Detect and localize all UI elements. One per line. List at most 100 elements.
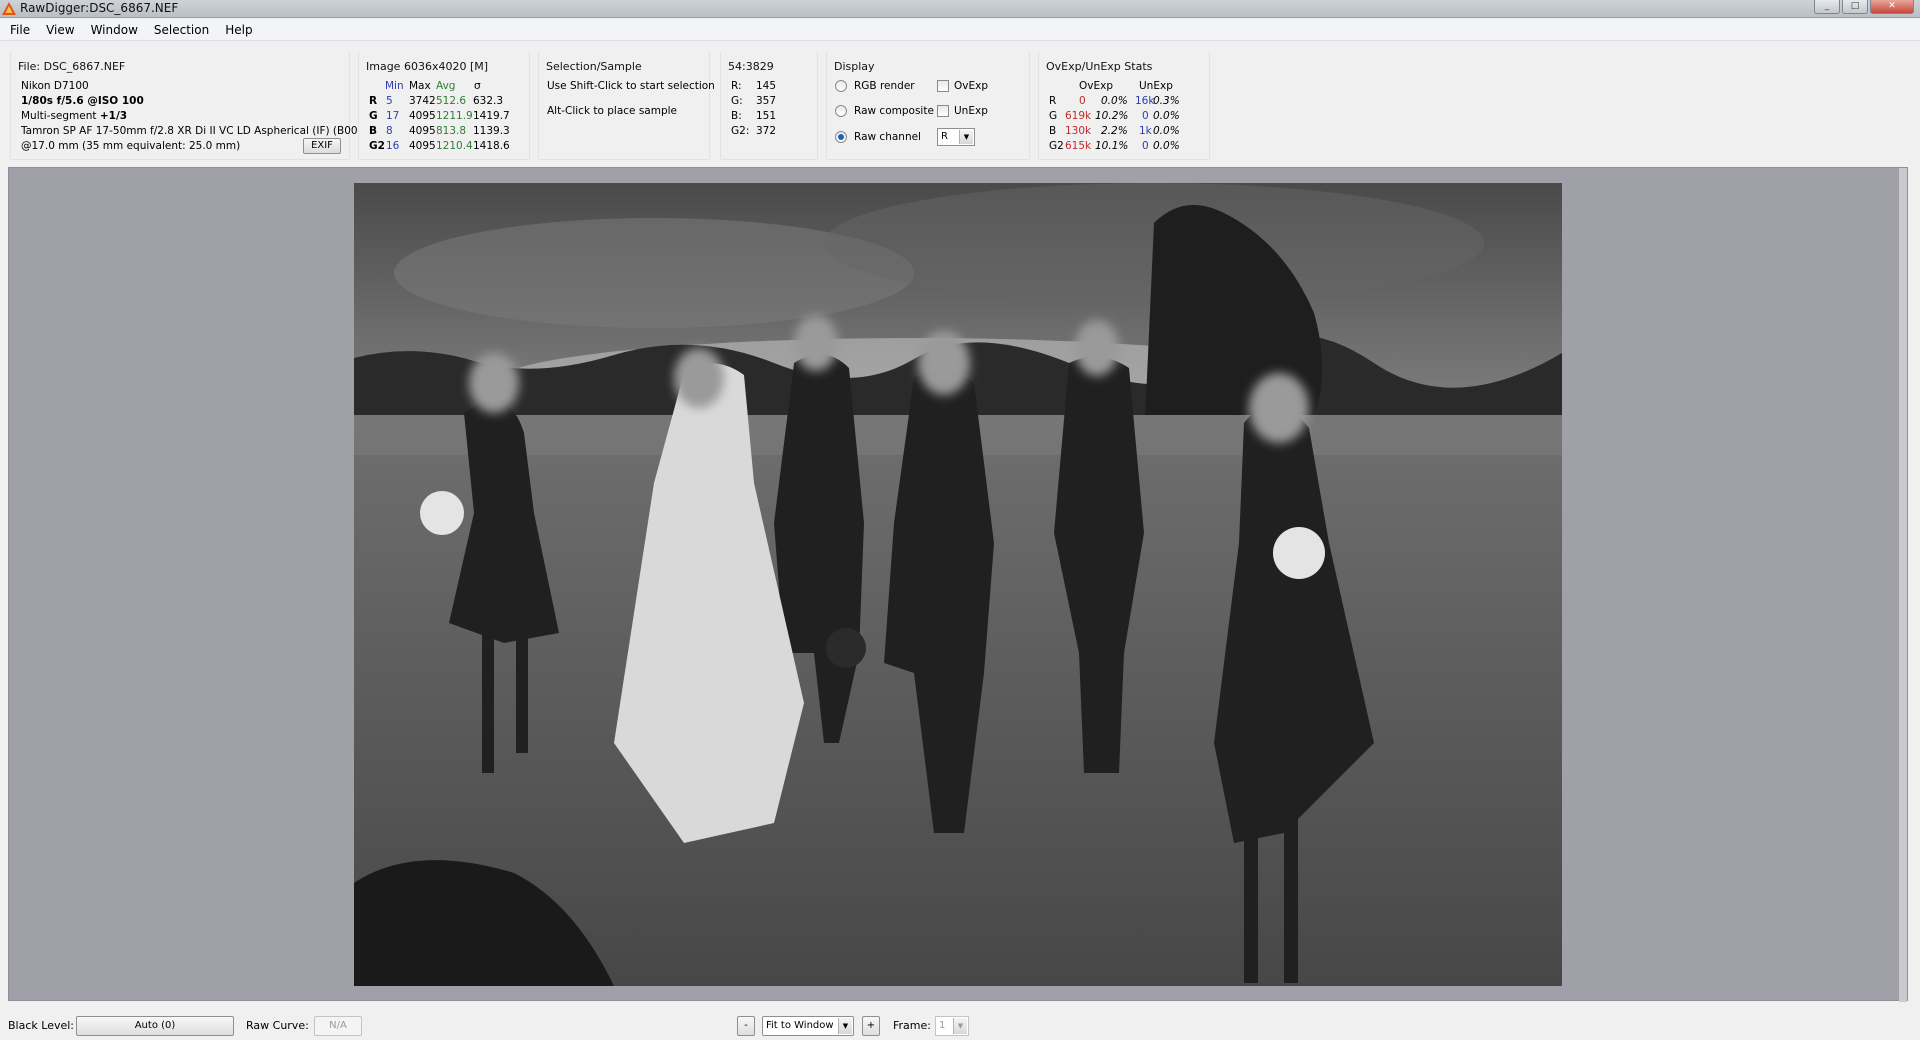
stats-title: OvExp/UnExp Stats bbox=[1046, 60, 1153, 73]
raw-channel-radio[interactable] bbox=[835, 131, 847, 143]
display-panel: Display RGB render Raw composite Raw cha… bbox=[826, 52, 1030, 160]
stats-g2-un-pct: 0.0% bbox=[1153, 140, 1180, 152]
chevron-down-icon: ▼ bbox=[953, 1018, 967, 1034]
sample-values-panel: 54:3829 R: 145 G: 357 B: 151 G2: 372 bbox=[720, 52, 818, 160]
row-g2-max: 4095 bbox=[409, 140, 436, 152]
info-panels: File: DSC_6867.NEF Nikon D7100 1/80s f/5… bbox=[0, 42, 1920, 164]
unexp-label: UnExp bbox=[954, 105, 988, 117]
selection-hint-alt: Alt-Click to place sample bbox=[547, 105, 678, 117]
stats-g-channel: G bbox=[1049, 110, 1058, 122]
stats-r-un-count: 16k bbox=[1135, 95, 1155, 107]
sample-r-label: R: bbox=[731, 80, 742, 92]
row-b-channel: B bbox=[369, 125, 378, 137]
stats-g2-ov-count: 615k bbox=[1065, 140, 1092, 152]
row-b-sigma: 1139.3 bbox=[473, 125, 510, 137]
sample-g-value: 357 bbox=[756, 95, 777, 107]
stats-g-ov-pct: 10.2% bbox=[1095, 110, 1129, 122]
image-stats-panel: Image 6036x4020 [M] Min Max Avg σ R 5 37… bbox=[358, 52, 530, 160]
image-size-title: Image 6036x4020 [M] bbox=[366, 60, 489, 73]
rawdigger-logo-icon bbox=[2, 2, 16, 15]
row-b-min: 8 bbox=[386, 125, 393, 137]
image-viewer[interactable] bbox=[8, 167, 1908, 1002]
col-avg-header: Avg bbox=[436, 80, 456, 92]
exposure-stats-panel: OvExp/UnExp Stats OvExp UnExp R 0 0.0% 1… bbox=[1038, 52, 1210, 160]
stats-g-un-pct: 0.0% bbox=[1153, 110, 1180, 122]
black-level-label: Black Level: bbox=[8, 1019, 74, 1032]
chevron-down-icon: ▼ bbox=[959, 130, 973, 144]
sample-g-label: G: bbox=[731, 95, 743, 107]
sample-r-value: 145 bbox=[756, 80, 777, 92]
camera-model: Nikon D7100 bbox=[21, 80, 89, 92]
black-level-button[interactable]: Auto (0) bbox=[76, 1016, 234, 1036]
vertical-scrollbar[interactable] bbox=[1899, 168, 1907, 1002]
row-g-avg: 1211.9 bbox=[436, 110, 473, 122]
minimize-button[interactable]: _ bbox=[1814, 0, 1840, 14]
row-g2-avg: 1210.4 bbox=[436, 140, 473, 152]
stats-r-ov-count: 0 bbox=[1079, 95, 1086, 107]
stats-g-un-count: 0 bbox=[1142, 110, 1149, 122]
stats-g2-un-count: 0 bbox=[1142, 140, 1149, 152]
exif-button[interactable]: EXIF bbox=[303, 138, 341, 154]
zoom-select[interactable]: Fit to Window ▼ bbox=[762, 1016, 854, 1036]
row-g-max: 4095 bbox=[409, 110, 436, 122]
col-max-header: Max bbox=[409, 80, 431, 92]
menu-window[interactable]: Window bbox=[85, 19, 144, 41]
maximize-button[interactable]: □ bbox=[1842, 0, 1868, 14]
raw-composite-radio[interactable] bbox=[835, 105, 847, 117]
stats-r-ov-pct: 0.0% bbox=[1101, 95, 1128, 107]
stats-b-ov-count: 130k bbox=[1065, 125, 1092, 137]
sample-g2-value: 372 bbox=[756, 125, 777, 137]
col-sigma-header: σ bbox=[474, 80, 481, 92]
display-title: Display bbox=[834, 60, 875, 73]
raw-photo-preview[interactable] bbox=[354, 183, 1562, 986]
stats-g-ov-count: 619k bbox=[1065, 110, 1092, 122]
ovexp-col-header: OvExp bbox=[1079, 80, 1113, 92]
wedding-party-photo bbox=[354, 183, 1562, 986]
stats-b-channel: B bbox=[1049, 125, 1057, 137]
row-r-avg: 512.6 bbox=[436, 95, 467, 107]
row-b-max: 4095 bbox=[409, 125, 436, 137]
row-g2-channel: G2 bbox=[369, 140, 385, 152]
ovexp-checkbox[interactable] bbox=[937, 80, 949, 92]
exposure-info: 1/80s f/5.6 @ISO 100 bbox=[21, 95, 144, 107]
row-r-channel: R bbox=[369, 95, 378, 107]
frame-select[interactable]: 1 ▼ bbox=[935, 1016, 969, 1036]
menu-selection[interactable]: Selection bbox=[148, 19, 215, 41]
menu-file[interactable]: File bbox=[4, 19, 36, 41]
file-panel: File: DSC_6867.NEF Nikon D7100 1/80s f/5… bbox=[10, 52, 368, 160]
selection-panel: Selection/Sample Use Shift-Click to star… bbox=[538, 52, 715, 160]
zoom-out-button[interactable]: - bbox=[737, 1016, 755, 1036]
bottom-toolbar: Black Level: Auto (0) Raw Curve: N/A - F… bbox=[0, 1008, 1920, 1040]
raw-curve-button[interactable]: N/A bbox=[314, 1016, 362, 1036]
unexp-checkbox[interactable] bbox=[937, 105, 949, 117]
rgb-render-radio[interactable] bbox=[835, 80, 847, 92]
row-g-min: 17 bbox=[386, 110, 400, 122]
title-bar: RawDigger:DSC_6867.NEF _ □ ✕ bbox=[0, 0, 1920, 18]
window-title: RawDigger:DSC_6867.NEF bbox=[20, 1, 179, 15]
ovexp-label: OvExp bbox=[954, 80, 988, 92]
zoom-in-button[interactable]: + bbox=[862, 1016, 880, 1036]
row-g-channel: G bbox=[369, 110, 378, 122]
stats-b-ov-pct: 2.2% bbox=[1101, 125, 1128, 137]
stats-g2-channel: G2 bbox=[1049, 140, 1064, 152]
cursor-coordinates: 54:3829 bbox=[728, 60, 774, 73]
close-button[interactable]: ✕ bbox=[1870, 0, 1914, 14]
unexp-col-header: UnExp bbox=[1139, 80, 1173, 92]
focal-length-info: @17.0 mm (35 mm equivalent: 25.0 mm) bbox=[21, 140, 241, 152]
sample-g2-label: G2: bbox=[731, 125, 750, 137]
raw-channel-select[interactable]: R ▼ bbox=[937, 128, 975, 146]
row-b-avg: 813.8 bbox=[436, 125, 467, 137]
raw-curve-label: Raw Curve: bbox=[246, 1019, 309, 1032]
menu-view[interactable]: View bbox=[40, 19, 80, 41]
row-r-min: 5 bbox=[386, 95, 393, 107]
menu-bar: File View Window Selection Help bbox=[0, 19, 1920, 41]
stats-r-channel: R bbox=[1049, 95, 1057, 107]
col-min-header: Min bbox=[385, 80, 404, 92]
row-g-sigma: 1419.7 bbox=[473, 110, 510, 122]
menu-help[interactable]: Help bbox=[219, 19, 258, 41]
rgb-render-label: RGB render bbox=[854, 80, 915, 92]
lens-info: Tamron SP AF 17-50mm f/2.8 XR Di II VC L… bbox=[21, 125, 369, 137]
row-r-sigma: 632.3 bbox=[473, 95, 504, 107]
stats-g2-ov-pct: 10.1% bbox=[1095, 140, 1129, 152]
sample-b-label: B: bbox=[731, 110, 742, 122]
